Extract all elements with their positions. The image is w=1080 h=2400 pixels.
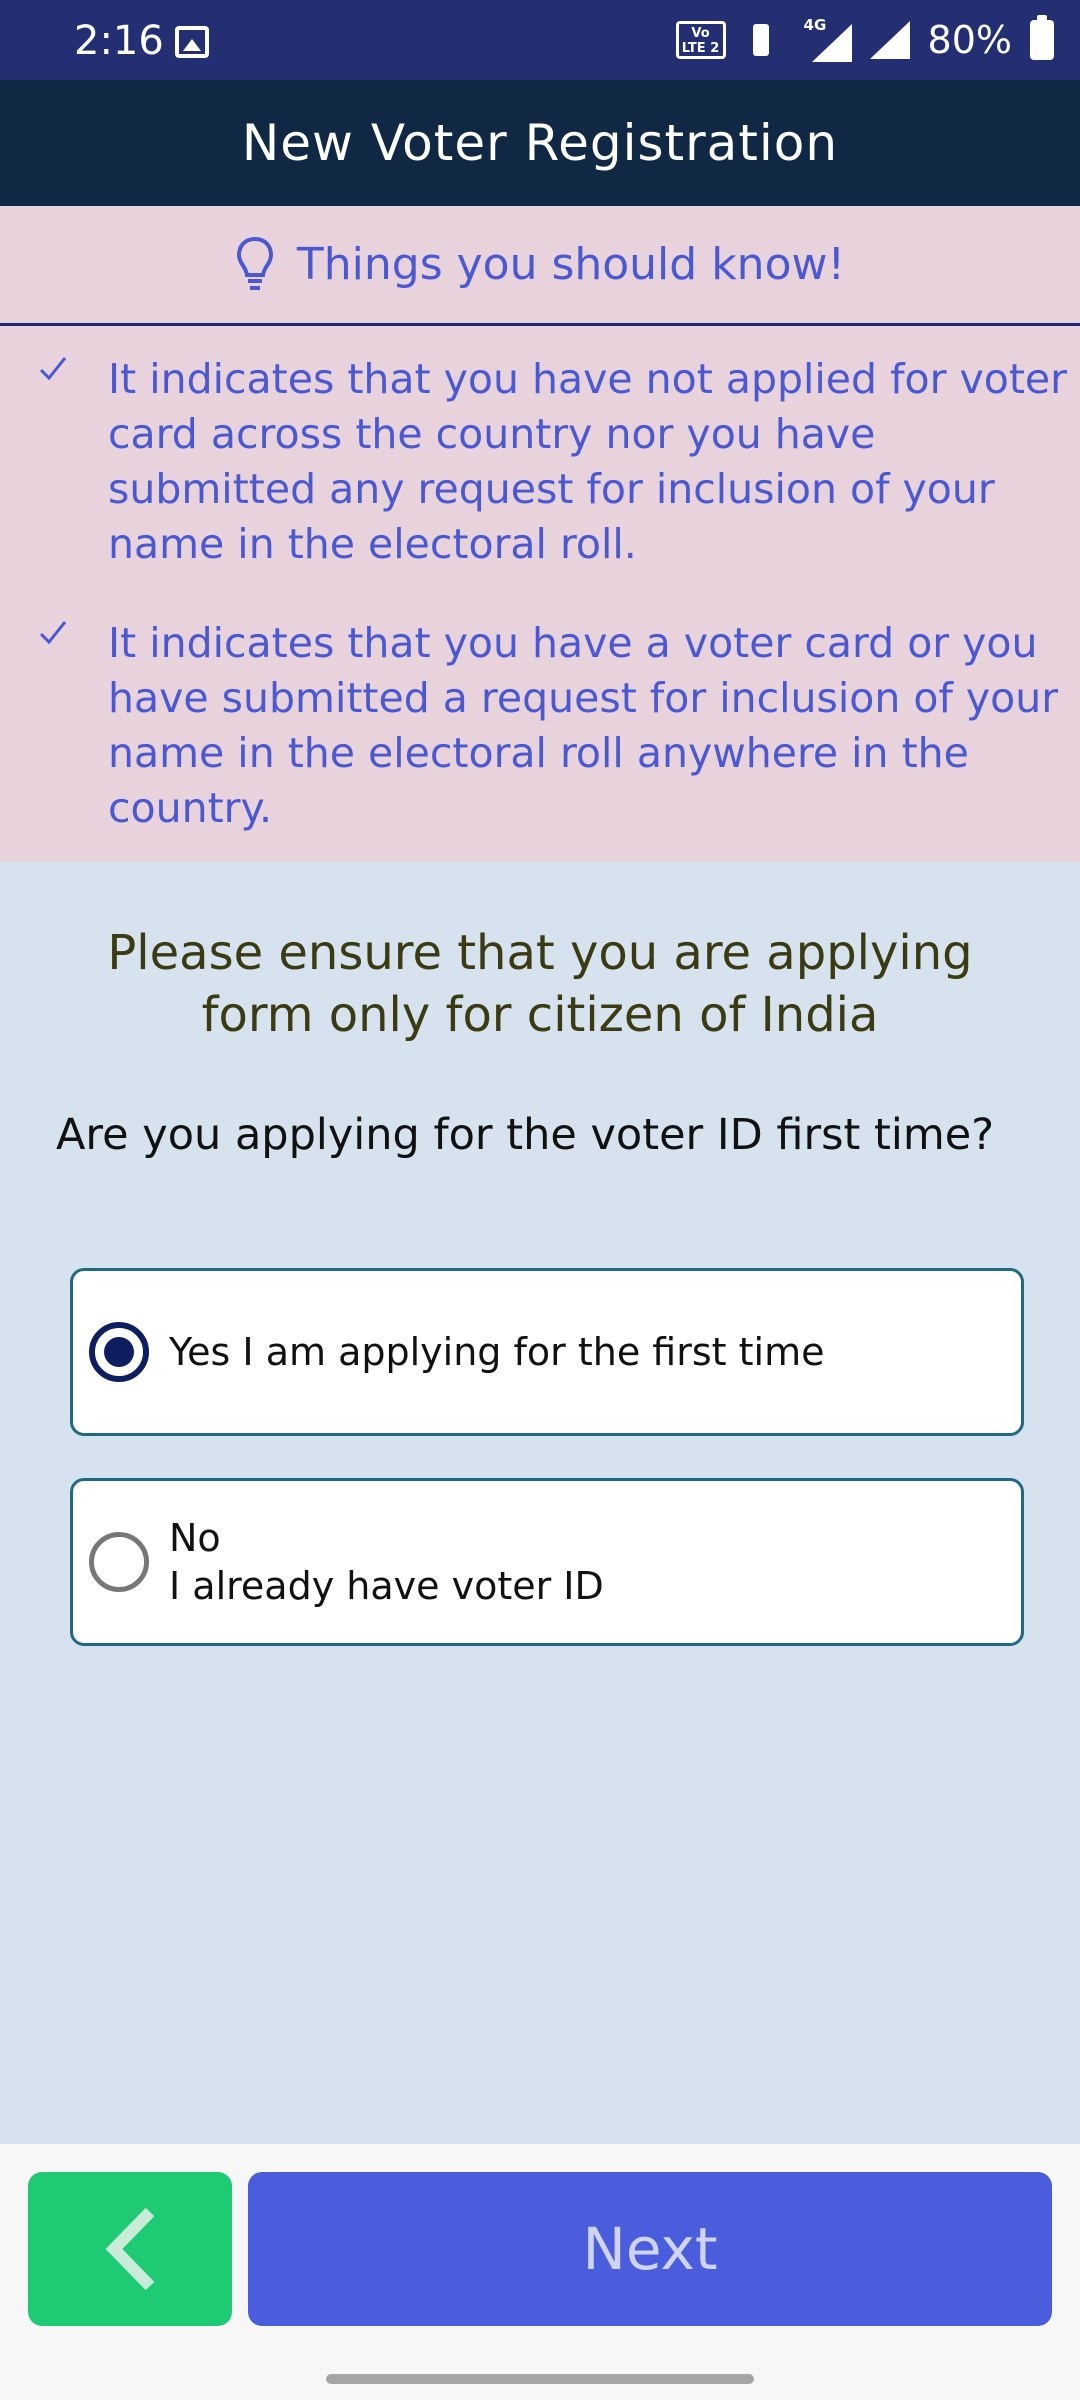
volte-icon: Vo LTE 2 [675,21,726,59]
info-item: It indicates that you have not applied f… [0,352,1080,572]
info-header: Things you should know! [0,206,1080,326]
checkmark-icon [39,621,67,645]
status-icons: Vo LTE 2 4G 80% [675,15,1054,64]
bottom-bar: Next [0,2144,1080,2400]
option-label: No I already have voter ID [169,1514,604,1610]
info-item: It indicates that you have a voter card … [0,616,1080,836]
gallery-notification-icon [175,26,209,58]
info-list: It indicates that you have not applied f… [0,326,1080,836]
option-already-have-id[interactable]: No I already have voter ID [70,1478,1024,1646]
mobile-data-icon: 4G [796,16,852,62]
volte-label-top: Vo [691,26,710,41]
first-time-question: Are you applying for the voter ID first … [56,1110,995,1160]
signal-icon [869,21,910,59]
volte-label-bottom: LTE 2 [681,41,720,56]
battery-icon [1030,15,1054,60]
option-label: Yes I am applying for the first time [169,1328,824,1376]
status-bar: 2:16 Vo LTE 2 4G 80% [0,0,1080,80]
option-label-line1: Yes I am applying for the first time [169,1330,825,1374]
app-header: New Voter Registration [0,80,1080,206]
radio-unselected-icon[interactable] [89,1532,149,1592]
info-item-text: It indicates that you have a voter card … [108,619,1059,832]
radio-selected-icon[interactable] [89,1322,149,1382]
page-title: New Voter Registration [241,114,839,172]
info-panel: Things you should know! It indicates tha… [0,206,1080,862]
option-label-line2: I already have voter ID [169,1564,604,1608]
citizenship-notice: Please ensure that you are applying form… [107,925,973,1043]
back-button[interactable] [28,2172,232,2326]
option-label-line1: No [169,1516,221,1560]
info-item-text: It indicates that you have not applied f… [108,355,1067,568]
status-time: 2:16 [74,18,164,64]
home-indicator[interactable] [326,2374,754,2384]
info-title: Things you should know! [296,239,846,290]
battery-percentage: 80% [927,18,1012,62]
checkmark-icon [39,357,67,381]
vibrate-icon [744,22,778,58]
lightbulb-icon [235,235,275,295]
option-first-time[interactable]: Yes I am applying for the first time [70,1268,1024,1436]
chevron-left-icon [105,2207,155,2291]
next-button[interactable]: Next [248,2172,1052,2326]
